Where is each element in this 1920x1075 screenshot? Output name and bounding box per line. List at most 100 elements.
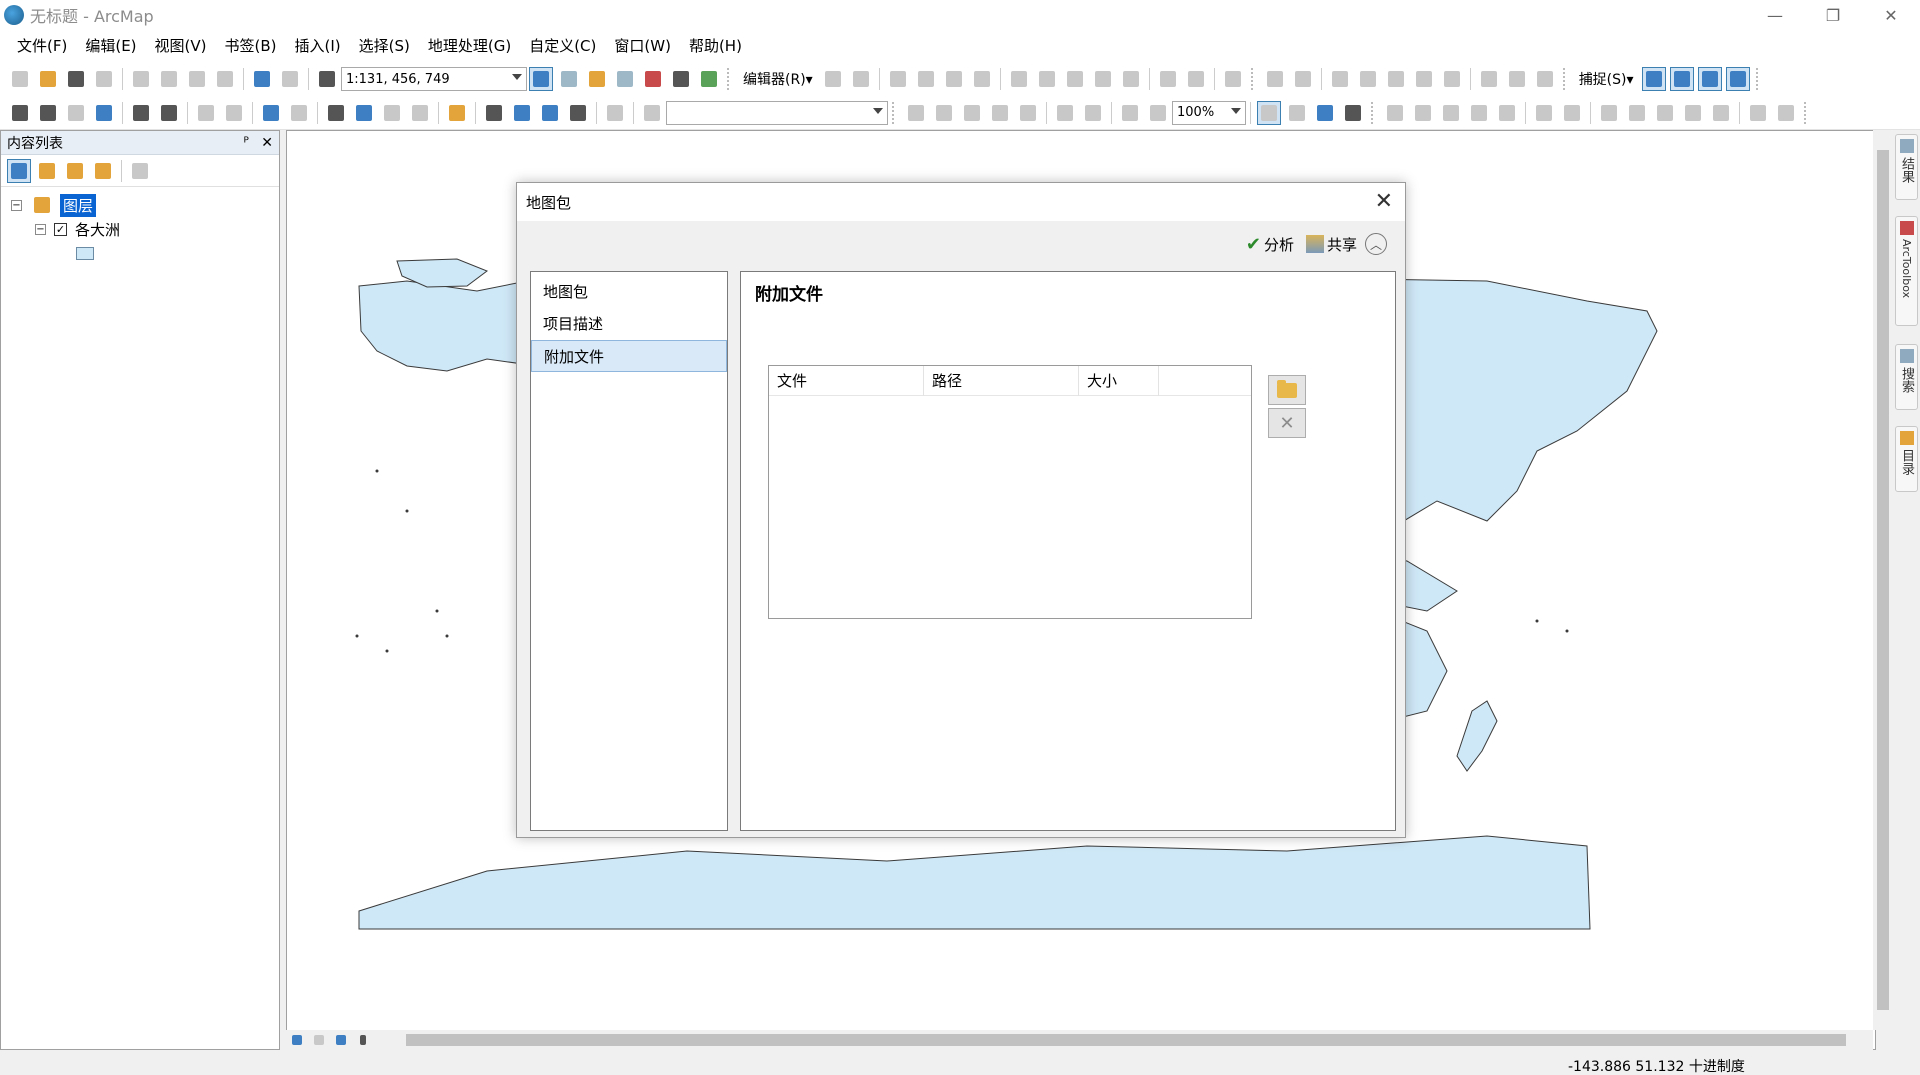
full-extent-globe-icon[interactable] <box>92 101 116 125</box>
georef-scale-icon[interactable] <box>1467 101 1491 125</box>
select-elements-arrow-icon[interactable] <box>324 101 348 125</box>
3d-analyst-icon[interactable] <box>1560 101 1584 125</box>
additional-files-table[interactable]: 文件 路径 大小 <box>768 365 1252 619</box>
catalog-tab[interactable]: 目录 <box>1895 426 1918 492</box>
fixed-zoom-out-icon[interactable] <box>157 101 181 125</box>
vertical-scroll-thumb[interactable] <box>1877 150 1889 1010</box>
toolbar-grip[interactable] <box>1755 68 1762 90</box>
layer-name[interactable]: 各大洲 <box>75 219 120 240</box>
layer-visibility-checkbox[interactable]: ✓ <box>54 222 67 236</box>
tracking-icon[interactable] <box>1625 101 1649 125</box>
snapping-menu[interactable]: 捕捉(S)▾ <box>1573 69 1640 89</box>
table-of-contents-icon[interactable] <box>557 67 581 91</box>
edge-match-icon[interactable] <box>1412 67 1436 91</box>
menu-help[interactable]: 帮助(H) <box>680 32 751 60</box>
menu-file[interactable]: 文件(F) <box>8 32 76 60</box>
trace-icon[interactable] <box>942 67 966 91</box>
toolbar-grip[interactable] <box>1250 68 1257 90</box>
restore-button[interactable]: ❐ <box>1804 0 1862 30</box>
save-icon[interactable] <box>64 67 88 91</box>
polygon-symbol-swatch[interactable] <box>76 246 94 260</box>
toolbar-grip[interactable] <box>1804 101 1810 124</box>
collapse-icon[interactable]: − <box>11 199 22 211</box>
open-folder-icon[interactable] <box>36 67 60 91</box>
change-layout-icon[interactable] <box>1313 101 1337 125</box>
table-grid-icon[interactable] <box>1709 101 1733 125</box>
data-view-icon[interactable] <box>288 1028 306 1052</box>
go-back-extent-icon[interactable] <box>1118 101 1142 125</box>
end-point-arc-icon[interactable] <box>914 67 938 91</box>
collapse-icon[interactable]: − <box>35 223 46 235</box>
layers-root-label[interactable]: 图层 <box>60 193 97 217</box>
straight-segment-icon[interactable] <box>886 67 910 91</box>
image-service-icon[interactable] <box>1774 101 1798 125</box>
zoom-percent-combo[interactable]: 100% <box>1172 100 1246 125</box>
post-icon[interactable] <box>1533 67 1557 91</box>
map-horizontal-scrollbar[interactable] <box>286 1030 1873 1050</box>
results-tab[interactable]: 结果 <box>1895 134 1918 200</box>
split-icon[interactable] <box>1091 67 1115 91</box>
nav-item-map-package[interactable]: 地图包 <box>531 276 727 308</box>
layer-symbol-row[interactable] <box>1 241 279 265</box>
pause-drawing-icon[interactable] <box>354 1028 372 1052</box>
spatial-analyst-icon[interactable] <box>1532 101 1556 125</box>
menu-edit[interactable]: 编辑(E) <box>76 32 145 60</box>
horizontal-scroll-thumb[interactable] <box>406 1034 1846 1046</box>
edge-snapping-icon[interactable] <box>1725 67 1750 91</box>
toolbar-grip[interactable] <box>1562 68 1569 90</box>
toggle-draft-mode-icon[interactable] <box>1257 100 1281 125</box>
layer-combo[interactable] <box>666 100 888 125</box>
toc-options-icon[interactable] <box>128 159 152 183</box>
edit-annotation-icon[interactable] <box>849 67 873 91</box>
forward-arrow-icon[interactable] <box>222 101 246 125</box>
map-vertical-scrollbar[interactable] <box>1873 130 1893 1030</box>
toc-close-icon[interactable]: ✕ <box>261 135 273 151</box>
layer-row[interactable]: − ✓ 各大洲 <box>1 217 279 241</box>
toolbar-grip[interactable] <box>892 101 898 124</box>
edit-tool-icon[interactable] <box>821 67 845 91</box>
go-forward-extent-icon[interactable] <box>1146 101 1170 125</box>
end-snapping-icon[interactable] <box>1669 67 1694 91</box>
georef-table-icon[interactable] <box>1495 101 1519 125</box>
map-scale-combo[interactable]: 1:131, 456, 749 <box>341 67 527 91</box>
list-by-visibility-icon[interactable] <box>63 159 87 183</box>
zoom-out-icon[interactable] <box>36 101 60 125</box>
remove-file-button[interactable]: ✕ <box>1268 408 1306 438</box>
undo-icon[interactable] <box>250 67 274 91</box>
paste-icon[interactable] <box>185 67 209 91</box>
hyperlink-icon[interactable] <box>380 101 404 125</box>
dialog-close-button[interactable]: ✕ <box>1375 189 1393 214</box>
arctoolbox-tab[interactable]: ArcToolbox <box>1895 216 1918 326</box>
fixed-zoom-in-layout-icon[interactable] <box>1053 101 1077 125</box>
network-analyst-icon[interactable] <box>1597 101 1621 125</box>
find-binoculars-icon[interactable] <box>482 101 506 125</box>
point-snapping-icon[interactable] <box>1641 67 1666 91</box>
menu-insert[interactable]: 插入(I) <box>286 32 350 60</box>
vertex-snapping-icon[interactable] <box>1697 67 1722 91</box>
list-by-selection-icon[interactable] <box>91 159 115 183</box>
georeferencing-icon[interactable] <box>1263 67 1287 91</box>
menu-view[interactable]: 视图(V) <box>146 32 216 60</box>
add-data-icon[interactable] <box>315 67 339 91</box>
sketch-properties-icon[interactable] <box>1184 67 1208 91</box>
versioning-icon[interactable] <box>1477 67 1501 91</box>
layer-select-icon[interactable] <box>640 101 664 125</box>
globe-service-icon[interactable] <box>1746 101 1770 125</box>
redo-icon[interactable] <box>278 67 302 91</box>
clear-selection-icon[interactable] <box>287 101 311 125</box>
toolbar-grip[interactable] <box>1371 101 1377 124</box>
nav-item-item-description[interactable]: 项目描述 <box>531 308 727 340</box>
edit-vertices-icon[interactable] <box>1007 67 1031 91</box>
georef-rotate-icon[interactable] <box>1411 101 1435 125</box>
layout-zoom-out-icon[interactable] <box>932 101 956 125</box>
layers-root-row[interactable]: − 图层 <box>1 193 279 217</box>
menu-customize[interactable]: 自定义(C) <box>520 32 605 60</box>
menu-bookmarks[interactable]: 书签(B) <box>216 32 286 60</box>
rubbersheet-icon[interactable] <box>1384 67 1408 91</box>
add-file-button[interactable] <box>1268 375 1306 405</box>
zoom-in-icon[interactable] <box>8 101 32 125</box>
refresh-view-icon[interactable] <box>332 1028 350 1052</box>
advanced-edit-icon[interactable] <box>1291 67 1315 91</box>
minimize-button[interactable]: — <box>1746 0 1804 30</box>
back-arrow-icon[interactable] <box>194 101 218 125</box>
